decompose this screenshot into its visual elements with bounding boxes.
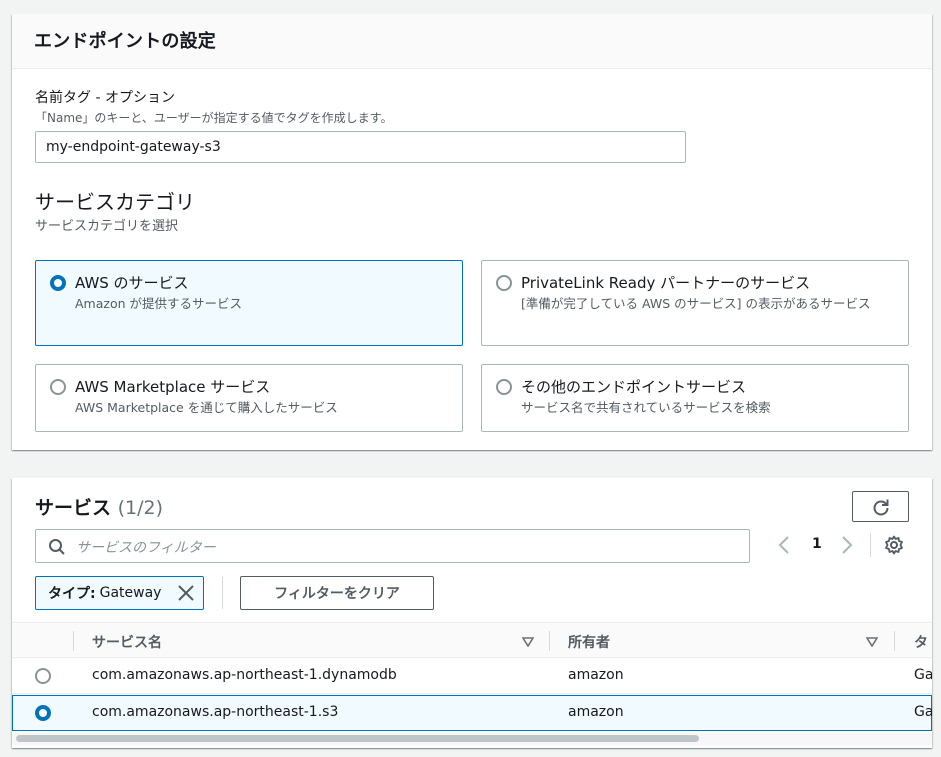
service-category-title: サービスカテゴリ: [35, 190, 195, 214]
services-count: (1/2): [117, 497, 164, 519]
row-radio-selected[interactable]: [35, 705, 51, 721]
close-icon[interactable]: [177, 584, 195, 602]
tile-description: [準備が完了している AWS のサービス] の表示があるサービス: [521, 296, 871, 311]
cell-owner: amazon: [568, 704, 624, 720]
tile-description: AWS Marketplace を通じて購入したサービス: [75, 400, 338, 415]
column-header-owner[interactable]: 所有者: [568, 632, 610, 652]
services-title: サービス: [35, 497, 112, 519]
category-tile-aws-services[interactable]: AWS のサービス Amazon が提供するサービス: [35, 260, 463, 346]
category-tile-other-endpoint-services[interactable]: その他のエンドポイントサービス サービス名で共有されているサービスを検索: [481, 364, 909, 432]
cell-type: Ga: [914, 667, 932, 683]
endpoint-settings-panel: エンドポイントの設定 名前タグ - オプション 「Name」のキーと、ユーザーが…: [12, 14, 932, 450]
chevron-left-icon[interactable]: [777, 534, 791, 556]
services-panel: サービス (1/2) サービスのフィルター 1 タイプ: Gateway フィル…: [12, 478, 932, 748]
refresh-button[interactable]: [852, 491, 909, 522]
tile-description: Amazon が提供するサービス: [75, 296, 242, 311]
table-header: サービス名 所有者 タ: [12, 622, 932, 658]
cell-service-name: com.amazonaws.ap-northeast-1.dynamodb: [92, 667, 397, 683]
tile-title: AWS のサービス: [75, 274, 189, 292]
service-filter-input[interactable]: サービスのフィルター: [35, 529, 750, 563]
services-header: サービス (1/2): [35, 493, 163, 520]
column-divider: [73, 631, 74, 651]
table-row[interactable]: com.amazonaws.ap-northeast-1.dynamodb am…: [12, 658, 932, 694]
name-tag-description: 「Name」のキーと、ユーザーが指定する値でタグを作成します。: [35, 111, 393, 125]
tile-title: その他のエンドポイントサービス: [521, 378, 747, 396]
name-tag-input[interactable]: [35, 131, 686, 163]
service-category-description: サービスカテゴリを選択: [35, 219, 179, 234]
radio-selected[interactable]: [50, 275, 66, 291]
column-header-service-name[interactable]: サービス名: [92, 632, 162, 652]
radio-unselected[interactable]: [50, 379, 66, 395]
search-placeholder: サービスのフィルター: [76, 540, 216, 556]
sort-down-icon[interactable]: [866, 637, 878, 647]
page-number[interactable]: 1: [812, 536, 822, 552]
refresh-icon: [873, 499, 888, 515]
column-divider: [549, 631, 550, 651]
tile-description: サービス名で共有されているサービスを検索: [521, 400, 771, 415]
search-icon: [49, 539, 65, 555]
clear-filters-button[interactable]: フィルターをクリア: [240, 576, 434, 610]
cell-service-name: com.amazonaws.ap-northeast-1.s3: [92, 704, 339, 720]
name-tag-label: 名前タグ - オプション: [35, 90, 175, 106]
row-radio[interactable]: [35, 668, 51, 684]
panel-header: エンドポイントの設定: [12, 14, 932, 69]
sort-down-icon[interactable]: [522, 637, 534, 647]
category-tile-aws-marketplace[interactable]: AWS Marketplace サービス AWS Marketplace を通じ…: [35, 364, 463, 432]
column-header-type[interactable]: タ: [914, 632, 928, 652]
cell-owner: amazon: [568, 667, 624, 683]
tile-title: PrivateLink Ready パートナーのサービス: [521, 274, 811, 292]
chevron-right-icon[interactable]: [840, 534, 854, 556]
token-divider: [222, 577, 223, 609]
category-tile-privatelink-ready[interactable]: PrivateLink Ready パートナーのサービス [準備が完了している …: [481, 260, 909, 346]
filter-token-value: Gateway: [99, 585, 162, 601]
panel-title: エンドポイントの設定: [34, 31, 216, 52]
column-divider: [894, 631, 895, 651]
filter-token: タイプ: Gateway: [35, 576, 204, 610]
tile-title: AWS Marketplace サービス: [75, 378, 271, 396]
radio-unselected[interactable]: [496, 379, 512, 395]
pager-divider: [870, 533, 871, 557]
horizontal-scrollbar[interactable]: [16, 735, 699, 742]
radio-unselected[interactable]: [496, 275, 512, 291]
filter-token-key: タイプ:: [48, 586, 96, 602]
gear-icon[interactable]: [884, 535, 904, 555]
cell-type: Ga: [914, 704, 932, 720]
table-row-selected[interactable]: com.amazonaws.ap-northeast-1.s3 amazon G…: [12, 695, 932, 731]
